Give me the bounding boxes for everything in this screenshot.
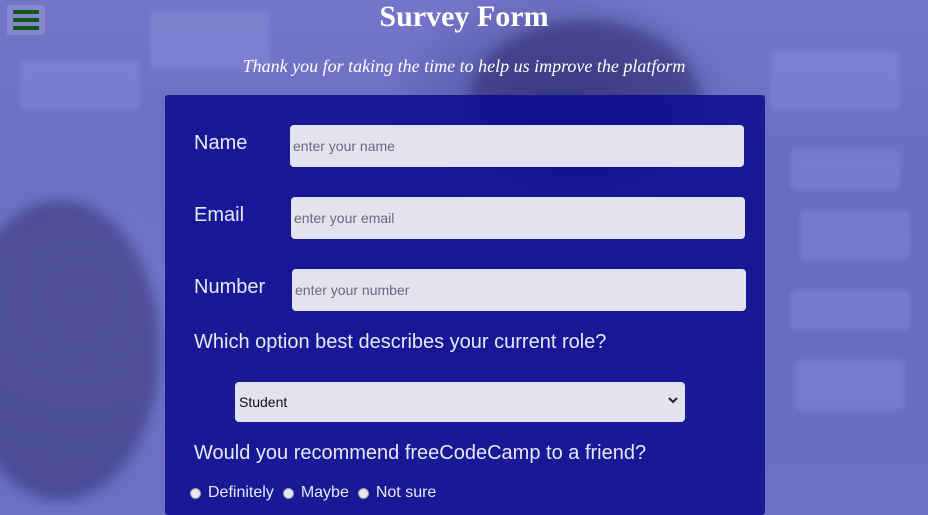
recommend-question: Would you recommend freeCodeCamp to a fr… xyxy=(194,442,647,464)
name-label: Name xyxy=(194,132,248,154)
radio-label-definitely: Definitely xyxy=(208,484,274,501)
recommend-radio-group: Definitely Maybe Not sure xyxy=(190,483,445,503)
radio-definitely[interactable] xyxy=(190,487,201,499)
radio-not-sure[interactable] xyxy=(357,487,369,499)
radio-label-maybe: Maybe xyxy=(300,484,349,501)
role-select-value: Student xyxy=(239,394,288,410)
number-input[interactable] xyxy=(292,269,746,311)
chevron-down-icon xyxy=(668,397,678,404)
radio-maybe[interactable] xyxy=(282,487,294,499)
email-label: Email xyxy=(194,204,245,226)
radio-label-not-sure: Not sure xyxy=(375,484,437,501)
page-subtitle: Thank you for taking the time to help us… xyxy=(242,56,686,76)
survey-form: Name Email Number Which option best desc… xyxy=(165,95,765,515)
email-input[interactable] xyxy=(291,197,745,239)
role-select[interactable]: Student xyxy=(235,382,685,422)
role-question: Which option best describes your current… xyxy=(194,331,607,353)
number-label: Number xyxy=(194,276,266,298)
page-title: Survey Form xyxy=(379,0,549,33)
name-input[interactable] xyxy=(290,125,744,167)
